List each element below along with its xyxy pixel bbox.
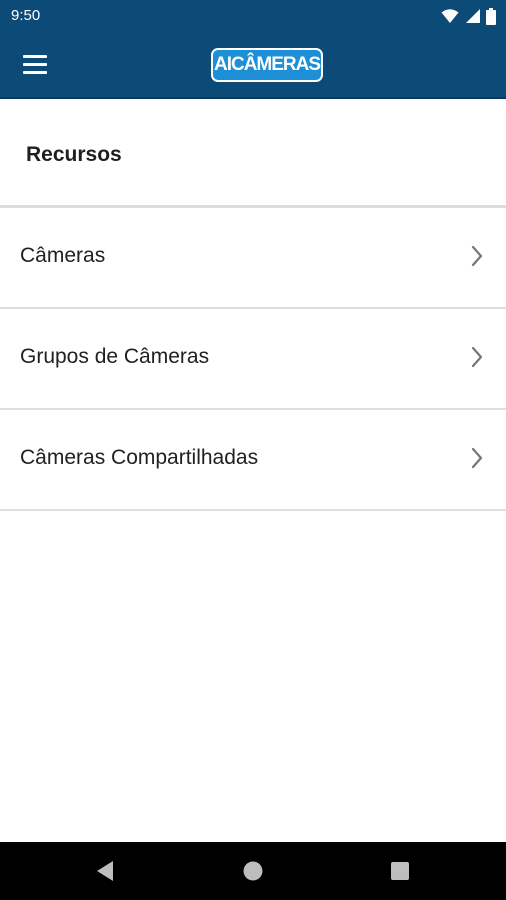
battery-icon [486, 7, 496, 25]
list-item-label: Grupos de Câmeras [20, 345, 210, 368]
status-time: 9:50 [11, 7, 41, 24]
wifi-icon [441, 9, 459, 23]
home-icon[interactable] [240, 858, 266, 884]
recents-icon[interactable] [387, 858, 413, 884]
resource-list: Câmeras Grupos de Câmeras Câmeras Compar… [0, 208, 506, 511]
list-item-shared-cameras[interactable]: Câmeras Compartilhadas [0, 410, 506, 511]
list-item-camera-groups[interactable]: Grupos de Câmeras [0, 309, 506, 410]
cell-signal-icon [466, 9, 480, 23]
status-bar: 9:50 [0, 0, 506, 32]
section-header: Recursos [0, 99, 506, 205]
system-nav-bar [0, 842, 506, 900]
chevron-right-icon [471, 245, 483, 267]
logo-text: AICÂMERAS [213, 54, 321, 75]
chevron-right-icon [471, 346, 483, 368]
hamburger-menu-icon[interactable] [18, 52, 52, 78]
section-title: Recursos [26, 143, 122, 166]
list-item-cameras[interactable]: Câmeras [0, 208, 506, 309]
app-logo: AICÂMERAS [211, 48, 323, 82]
back-icon[interactable] [93, 858, 119, 884]
chevron-right-icon [471, 447, 483, 469]
list-item-label: Câmeras Compartilhadas [20, 446, 259, 469]
list-item-label: Câmeras [20, 244, 106, 267]
status-icons [441, 7, 496, 25]
app-bar: AICÂMERAS [0, 32, 506, 98]
